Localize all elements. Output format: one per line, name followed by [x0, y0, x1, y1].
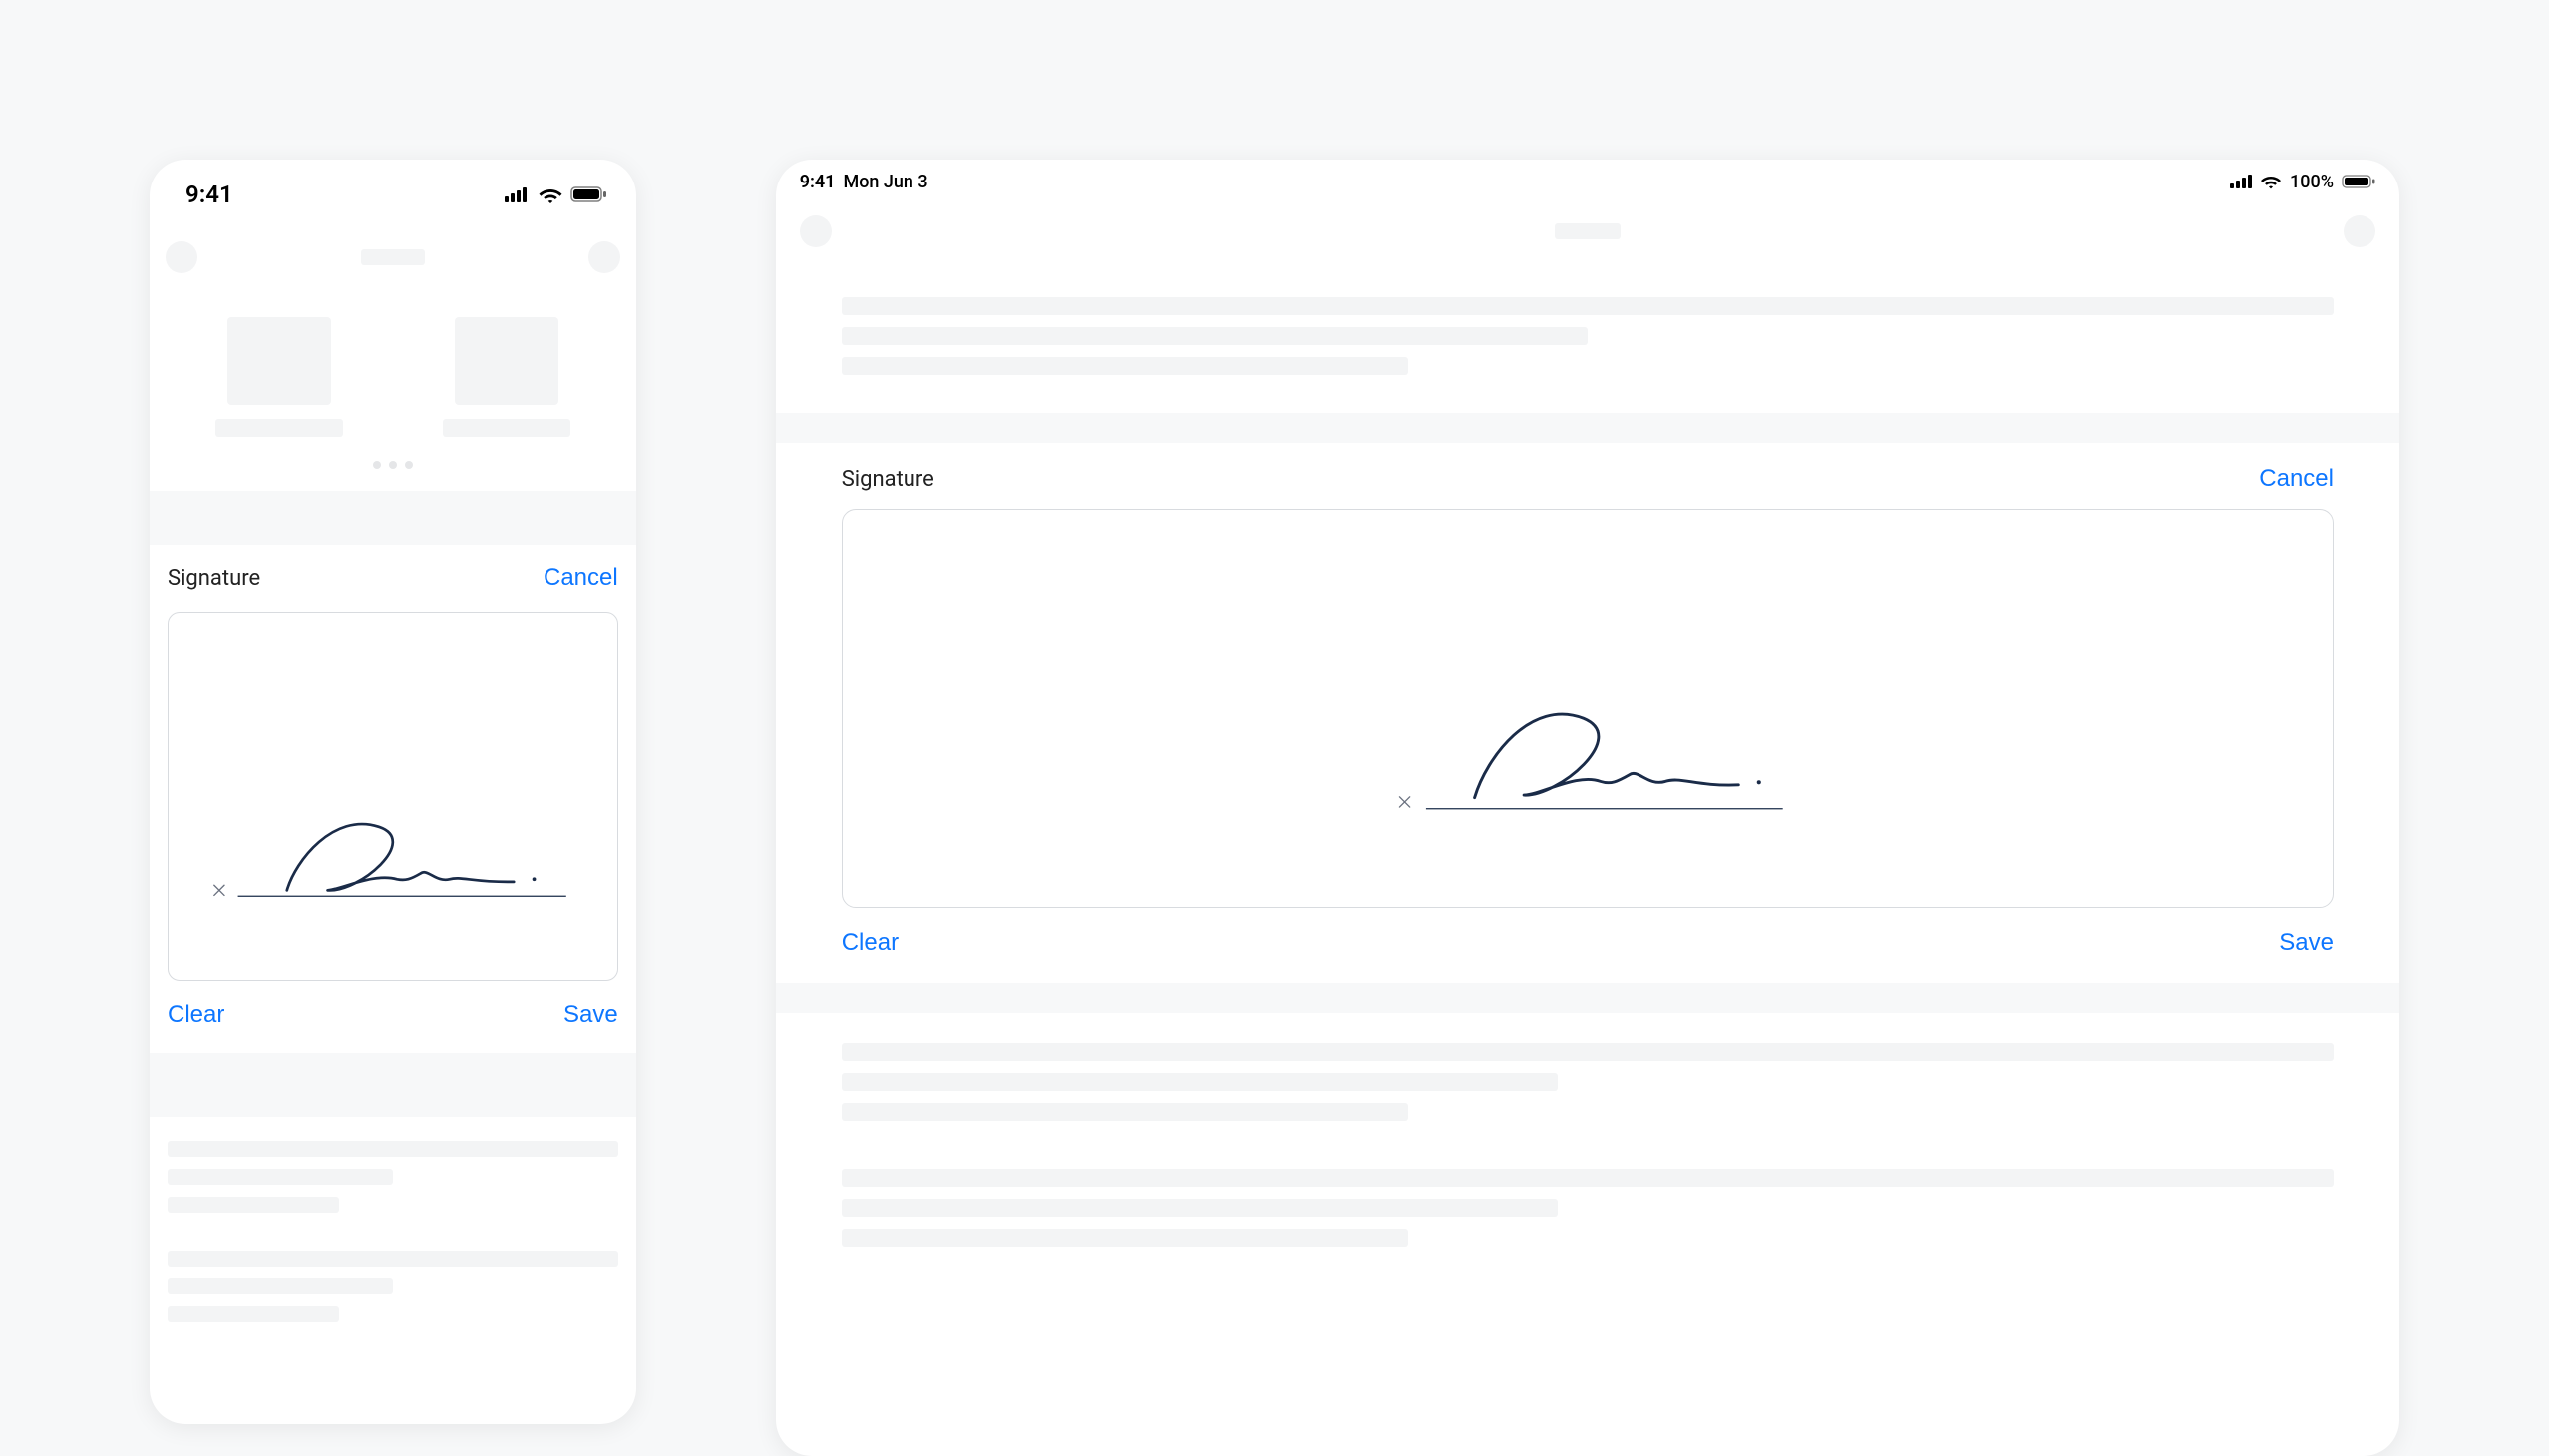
section-gap: [776, 983, 2399, 1013]
thumb-item: [215, 317, 343, 437]
status-date: Mon Jun 3: [843, 172, 927, 192]
status-icons: [505, 186, 606, 203]
section-gap: [776, 413, 2399, 443]
nav-bar: [776, 203, 2399, 267]
filler-content: [842, 1013, 2334, 1276]
battery-percent: 100%: [2290, 172, 2334, 192]
nav-title-placeholder: [361, 249, 425, 265]
filler-bar: [168, 1278, 393, 1294]
signature-panel: Signature Cancel Clear Save: [150, 545, 636, 1053]
content-gap: [150, 1053, 636, 1117]
nav-right-placeholder: [2344, 215, 2375, 247]
filler-bar: [842, 1103, 1409, 1121]
cancel-button[interactable]: Cancel: [2259, 465, 2334, 493]
clear-button[interactable]: Clear: [842, 929, 899, 957]
filler-group: [842, 1043, 2334, 1121]
cellular-icon: [2230, 175, 2254, 188]
nav-bar: [150, 229, 636, 285]
status-time: 9:41: [800, 172, 836, 192]
filler-bar: [842, 297, 2334, 315]
filler-group: [168, 1141, 618, 1213]
filler-bar: [842, 1043, 2334, 1061]
signature-svg: [843, 510, 2333, 907]
wifi-icon: [2260, 175, 2282, 189]
thumb-placeholder: [455, 317, 558, 405]
tablet-device: 9:41 Mon Jun 3 100% Signature Cancel: [776, 160, 2399, 1456]
dot: [389, 461, 397, 469]
signature-canvas[interactable]: [842, 509, 2334, 908]
battery-icon: [570, 186, 606, 202]
cancel-button[interactable]: Cancel: [544, 564, 618, 592]
filler-group: [842, 1169, 2334, 1247]
nav-left-placeholder: [166, 241, 197, 273]
signature-header: Signature Cancel: [842, 443, 2334, 509]
nav-title-placeholder: [1555, 223, 1621, 239]
signature-actions: Clear Save: [168, 981, 618, 1053]
phone-device: 9:41 Signature Cancel: [150, 160, 636, 1424]
filler-bar: [842, 1169, 2334, 1187]
thumb-placeholder: [227, 317, 331, 405]
section-gap: [150, 491, 636, 545]
signature-svg: [169, 613, 617, 980]
signature-canvas[interactable]: [168, 612, 618, 981]
signature-header: Signature Cancel: [168, 545, 618, 604]
nav-left-placeholder: [800, 215, 832, 247]
tablet-body: Signature Cancel Clear Save: [776, 267, 2399, 1276]
filler-bar: [168, 1169, 393, 1185]
phone-status-bar: 9:41: [150, 160, 636, 229]
cellular-icon: [505, 186, 531, 202]
page-dots: [150, 461, 636, 469]
filler-bar: [842, 327, 1588, 345]
filler-bar: [842, 1199, 1558, 1217]
filler-bar: [842, 1073, 1558, 1091]
save-button[interactable]: Save: [563, 1001, 618, 1029]
signature-actions: Clear Save: [842, 908, 2334, 983]
filler-group: [842, 267, 2334, 413]
thumb-item: [443, 317, 570, 437]
filler-group: [168, 1251, 618, 1322]
filler-bar: [168, 1197, 339, 1213]
filler-bar: [168, 1141, 618, 1157]
battery-icon: [2342, 175, 2375, 188]
filler-bar: [842, 1229, 1409, 1247]
thumb-row: [150, 305, 636, 437]
dot: [373, 461, 381, 469]
filler-content: [150, 1117, 636, 1346]
signature-title: Signature: [842, 467, 934, 492]
filler-bar: [168, 1306, 339, 1322]
signature-title: Signature: [168, 566, 260, 591]
dot: [405, 461, 413, 469]
tablet-status-bar: 9:41 Mon Jun 3 100%: [776, 160, 2399, 203]
thumb-caption-placeholder: [443, 419, 570, 437]
nav-right-placeholder: [588, 241, 620, 273]
clear-button[interactable]: Clear: [168, 1001, 224, 1029]
status-time: 9:41: [185, 181, 233, 208]
thumb-caption-placeholder: [215, 419, 343, 437]
filler-bar: [842, 357, 1409, 375]
save-button[interactable]: Save: [2279, 929, 2334, 957]
status-time-date: 9:41 Mon Jun 3: [800, 172, 928, 192]
wifi-icon: [539, 186, 562, 203]
filler-bar: [168, 1251, 618, 1267]
status-right: 100%: [2230, 172, 2375, 192]
